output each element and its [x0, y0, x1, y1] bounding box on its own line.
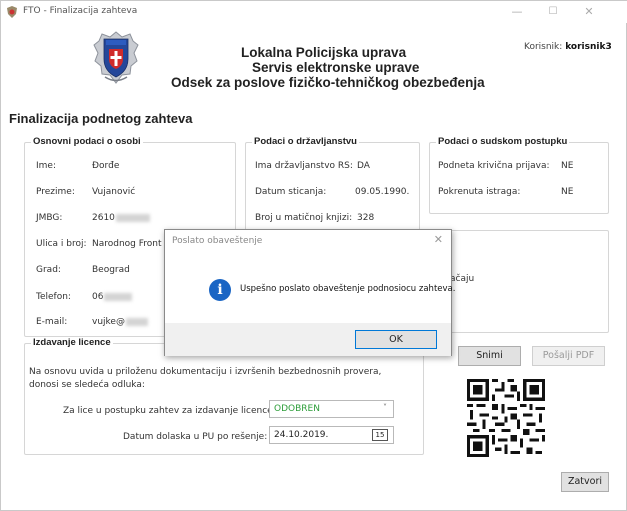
- qr-code: [467, 379, 545, 457]
- citizenship-title: Podaci o državljanstvu: [252, 136, 359, 147]
- decision-value: ODOBREN: [274, 404, 320, 414]
- court-procedure-group: Podaci o sudskom postupku: [429, 136, 609, 214]
- last-name-value: Vujanović: [92, 187, 136, 197]
- title-bar: FTO - Finalizacija zahteva — ☐ ✕: [1, 1, 627, 23]
- email-value: vujke@: [92, 317, 125, 327]
- redacted-mark: [104, 292, 133, 301]
- obscured-text: ačaju: [450, 274, 475, 284]
- city-label: Grad:: [36, 265, 61, 275]
- ok-button[interactable]: OK: [355, 330, 437, 349]
- phone-label: Telefon:: [36, 292, 71, 302]
- chevron-down-icon: ˅: [383, 403, 387, 412]
- decision-description-line2: donosi se sledeća odluka:: [29, 380, 145, 390]
- user-info: Korisnik: korisnik3: [524, 42, 612, 52]
- jmbg-value: 2610: [92, 213, 115, 223]
- header-line-2: Servis elektronske uprave: [252, 60, 420, 75]
- city-value: Beograd: [92, 265, 130, 275]
- registry-number-value: 328: [357, 213, 375, 223]
- jmbg-label: JMBG:: [36, 213, 63, 223]
- save-button[interactable]: Snimi: [458, 346, 521, 366]
- pickup-date-picker[interactable]: 24.10.2019. 15: [269, 426, 394, 444]
- header-line-3: Odsek za poslove fizičko-tehničkog obezb…: [171, 75, 485, 90]
- header-line-1: Lokalna Policijska uprava: [241, 45, 407, 60]
- street-label: Ulica i broj:: [36, 239, 87, 249]
- investigation-value: NE: [561, 187, 574, 197]
- minimize-button[interactable]: —: [507, 4, 527, 20]
- user-label: Korisnik:: [524, 42, 563, 52]
- close-button[interactable]: ✕: [579, 4, 599, 20]
- acquired-date-label: Datum sticanja:: [255, 187, 327, 197]
- close-window-button[interactable]: Zatvori: [561, 472, 609, 492]
- redacted-mark: [125, 317, 148, 326]
- decision-label: Za lice u postupku zahtev za izdavanje l…: [63, 406, 287, 416]
- first-name-value: Đorđe: [92, 161, 120, 171]
- user-name: korisnik3: [565, 42, 612, 52]
- app-shield-icon: [7, 6, 17, 18]
- street-value: Narodnog Front: [92, 239, 162, 249]
- police-crest-logo: [93, 31, 139, 84]
- email-field: vujke@: [92, 317, 148, 327]
- investigation-label: Pokrenuta istraga:: [438, 187, 521, 197]
- registry-number-label: Broj u matičnoj knjizi:: [255, 213, 353, 223]
- notification-dialog: Poslato obaveštenje ✕ i Uspešno poslato …: [164, 229, 456, 356]
- criminal-complaint-value: NE: [561, 161, 574, 171]
- decision-description-line1: Na osnovu uvida u priloženu dokumentacij…: [29, 367, 382, 377]
- first-name-label: Ime:: [36, 161, 56, 171]
- personal-data-title: Osnovni podaci o osobi: [31, 136, 143, 147]
- citizenship-label: Ima državljanstvo RS:: [255, 161, 353, 171]
- pickup-date-value: 24.10.2019.: [274, 430, 329, 440]
- window-title: FTO - Finalizacija zahteva: [23, 6, 138, 16]
- email-label: E-mail:: [36, 317, 68, 327]
- last-name-label: Prezime:: [36, 187, 75, 197]
- dialog-footer: OK: [165, 323, 451, 356]
- phone-value: 06: [92, 292, 104, 302]
- dialog-message: Uspešno poslato obaveštenje podnosiocu z…: [240, 284, 456, 294]
- page-title: Finalizacija podnetog zahteva: [9, 111, 193, 126]
- criminal-complaint-label: Podneta krivična prijava:: [438, 161, 550, 171]
- redacted-mark: [115, 213, 150, 222]
- calendar-icon[interactable]: 15: [372, 429, 388, 441]
- license-issuance-title: Izdavanje licence: [31, 337, 113, 348]
- acquired-date-value: 09.05.1990.: [355, 187, 410, 197]
- decision-select[interactable]: ODOBREN ˅: [269, 400, 394, 418]
- court-procedure-title: Podaci o sudskom postupku: [436, 136, 570, 147]
- maximize-button[interactable]: ☐: [543, 4, 563, 20]
- send-pdf-button[interactable]: Pošalji PDF: [532, 346, 605, 366]
- main-window: FTO - Finalizacija zahteva — ☐ ✕ Lokalna…: [0, 0, 627, 511]
- info-icon: i: [209, 279, 231, 301]
- dialog-title: Poslato obaveštenje: [172, 236, 263, 246]
- phone-field: 06: [92, 292, 133, 302]
- citizenship-value: DA: [357, 161, 370, 171]
- pickup-date-label: Datum dolaska u PU po rešenje:: [123, 432, 268, 442]
- jmbg-field: 2610: [92, 213, 150, 223]
- dialog-close-icon[interactable]: ✕: [434, 233, 443, 246]
